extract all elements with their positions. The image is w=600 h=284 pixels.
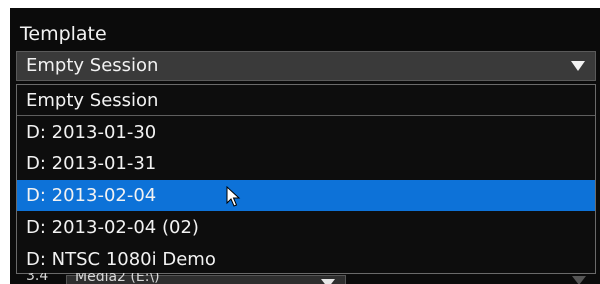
- template-combobox[interactable]: Empty Session: [16, 51, 596, 81]
- media-select-value: Media2 (E:\): [75, 273, 160, 284]
- template-label: Template: [20, 23, 107, 45]
- mouse-pointer-icon: [226, 186, 241, 207]
- media-select[interactable]: Media2 (E:\): [66, 273, 346, 284]
- dropdown-option-2013-01-30[interactable]: D: 2013-01-30: [17, 117, 595, 148]
- dropdown-option-ntsc-1080i-demo[interactable]: D: NTSC 1080i Demo: [17, 244, 595, 273]
- dropdown-option-2013-01-31[interactable]: D: 2013-01-31: [17, 148, 595, 179]
- chevron-down-icon[interactable]: [572, 276, 586, 284]
- chevron-down-icon[interactable]: [321, 279, 335, 284]
- dropdown-option-2013-02-04[interactable]: D: 2013-02-04: [17, 180, 595, 211]
- background-media-row: 3.4 Media2 (E:\): [16, 273, 596, 284]
- template-dropdown-list: Empty Session D: 2013-01-30 D: 2013-01-3…: [16, 84, 596, 274]
- dropdown-option-2013-02-04-02[interactable]: D: 2013-02-04 (02): [17, 212, 595, 243]
- dropdown-option-empty-session[interactable]: Empty Session: [17, 85, 595, 116]
- background-row-index: 3.4: [26, 273, 49, 284]
- template-selected-value: Empty Session: [26, 55, 159, 76]
- chevron-down-icon[interactable]: [571, 61, 585, 71]
